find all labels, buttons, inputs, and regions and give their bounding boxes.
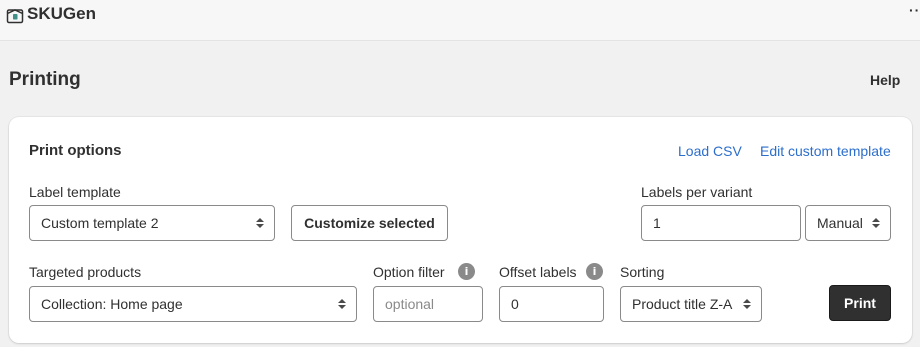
info-icon[interactable]: i — [586, 263, 603, 280]
sorting-label: Sorting — [620, 264, 665, 280]
box-icon — [6, 9, 24, 24]
labels-per-variant-value: 1 — [653, 215, 661, 231]
load-csv-link[interactable]: Load CSV — [678, 143, 742, 159]
targeted-products-select[interactable]: Collection: Home page — [29, 286, 357, 322]
more-dots-icon[interactable]: ·· — [909, 2, 920, 18]
print-options-card: Print options Load CSV Edit custom templ… — [9, 117, 912, 343]
label-template-value: Custom template 2 — [41, 215, 159, 231]
offset-labels-input[interactable]: 0 — [499, 286, 604, 322]
select-arrows-icon — [256, 218, 264, 228]
option-filter-input[interactable]: optional — [373, 286, 483, 322]
sorting-select[interactable]: Product title Z-A — [620, 286, 762, 322]
label-template-label: Label template — [29, 184, 121, 200]
option-filter-placeholder: optional — [385, 296, 435, 312]
select-arrows-icon — [743, 299, 751, 309]
sorting-value: Product title Z-A — [632, 296, 733, 312]
targeted-products-label: Targeted products — [29, 264, 142, 280]
labels-mode-select[interactable]: Manual — [805, 205, 891, 241]
help-button[interactable]: Help — [870, 72, 900, 88]
labels-mode-value: Manual — [817, 215, 863, 231]
print-button[interactable]: Print — [829, 285, 891, 321]
label-template-select[interactable]: Custom template 2 — [29, 205, 275, 241]
labels-per-variant-label: Labels per variant — [641, 184, 753, 200]
select-arrows-icon — [872, 218, 880, 228]
offset-labels-value: 0 — [511, 296, 519, 312]
offset-labels-label: Offset labels — [499, 264, 577, 280]
select-arrows-icon — [338, 299, 346, 309]
option-filter-label: Option filter — [373, 264, 445, 280]
customize-selected-button[interactable]: Customize selected — [291, 205, 448, 241]
app-name: SKUGen — [27, 4, 96, 23]
info-icon[interactable]: i — [458, 263, 475, 280]
page-title: Printing — [9, 69, 81, 90]
labels-per-variant-input[interactable]: 1 — [641, 205, 801, 241]
card-title: Print options — [29, 142, 122, 159]
targeted-products-value: Collection: Home page — [41, 296, 183, 312]
edit-custom-template-link[interactable]: Edit custom template — [760, 143, 891, 159]
top-bar: SKUGen ·· — [0, 0, 920, 41]
